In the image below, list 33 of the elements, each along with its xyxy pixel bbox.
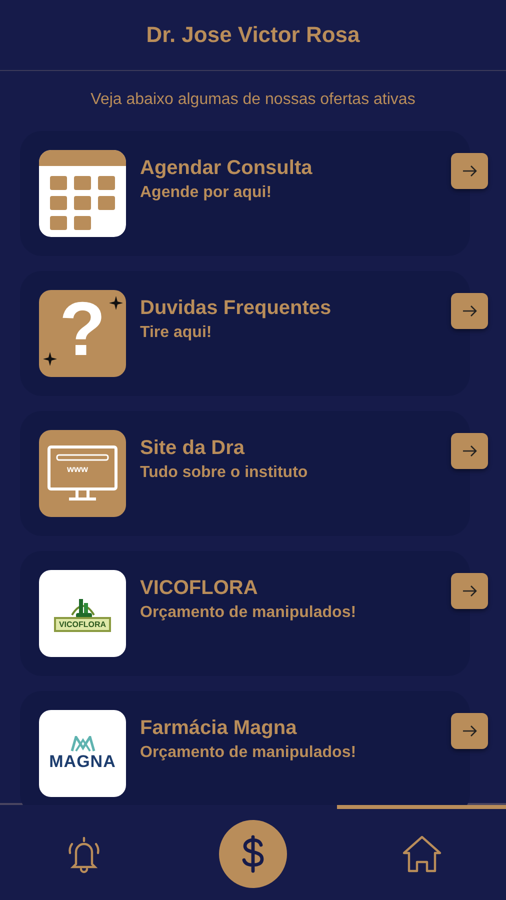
offer-subtitle: Orçamento de manipulados!	[140, 744, 356, 762]
magna-logo: MAGNA	[39, 710, 126, 797]
arrow-button[interactable]	[451, 713, 488, 749]
offer-card[interactable]: www Site da Dra Tudo sobre o instituto	[20, 411, 470, 536]
arrow-button[interactable]	[451, 433, 488, 469]
arrow-right-icon	[462, 304, 478, 318]
arrow-button[interactable]	[451, 573, 488, 609]
doctor-name: Dr. Jose Victor Rosa	[146, 22, 360, 48]
offer-card[interactable]: ? Duvidas Frequentes Tire aqui!	[20, 271, 470, 396]
offer-card[interactable]: VICOFLORA VICOFLORA Orçamento de manipulados!	[20, 551, 470, 676]
offer-card[interactable]: MAGNA Farmácia Magna Orçamento de manipulados!	[20, 691, 470, 805]
offer-title: VICOFLORA	[140, 577, 259, 600]
monitor-icon: www	[39, 430, 126, 517]
vicoflora-logo: VICOFLORA	[39, 570, 126, 657]
arrow-button[interactable]	[451, 293, 488, 329]
offer-subtitle: Agende por aqui!	[140, 184, 273, 202]
home-icon	[400, 834, 443, 874]
offer-subtitle: Tudo sobre o instituto	[140, 464, 308, 482]
offer-title: Duvidas Frequentes	[140, 297, 332, 320]
offer-title: Farmácia Magna	[140, 717, 298, 740]
offer-card[interactable]: Agendar Consulta Agende por aqui!	[20, 131, 470, 256]
offer-title: Site da Dra	[140, 437, 246, 460]
arrow-right-icon	[462, 444, 478, 458]
offer-subtitle: Orçamento de manipulados!	[140, 604, 356, 622]
arrow-button[interactable]	[451, 153, 488, 189]
arrow-right-icon	[462, 164, 478, 178]
question-icon: ?	[39, 290, 126, 377]
arrow-right-icon	[462, 584, 478, 598]
offer-title: Agendar Consulta	[140, 157, 312, 180]
arrow-right-icon	[462, 724, 478, 738]
intro-text: Veja abaixo algumas de nossas ofertas ativas	[90, 90, 416, 110]
calendar-icon	[39, 150, 126, 237]
offer-subtitle: Tire aqui!	[140, 324, 213, 342]
